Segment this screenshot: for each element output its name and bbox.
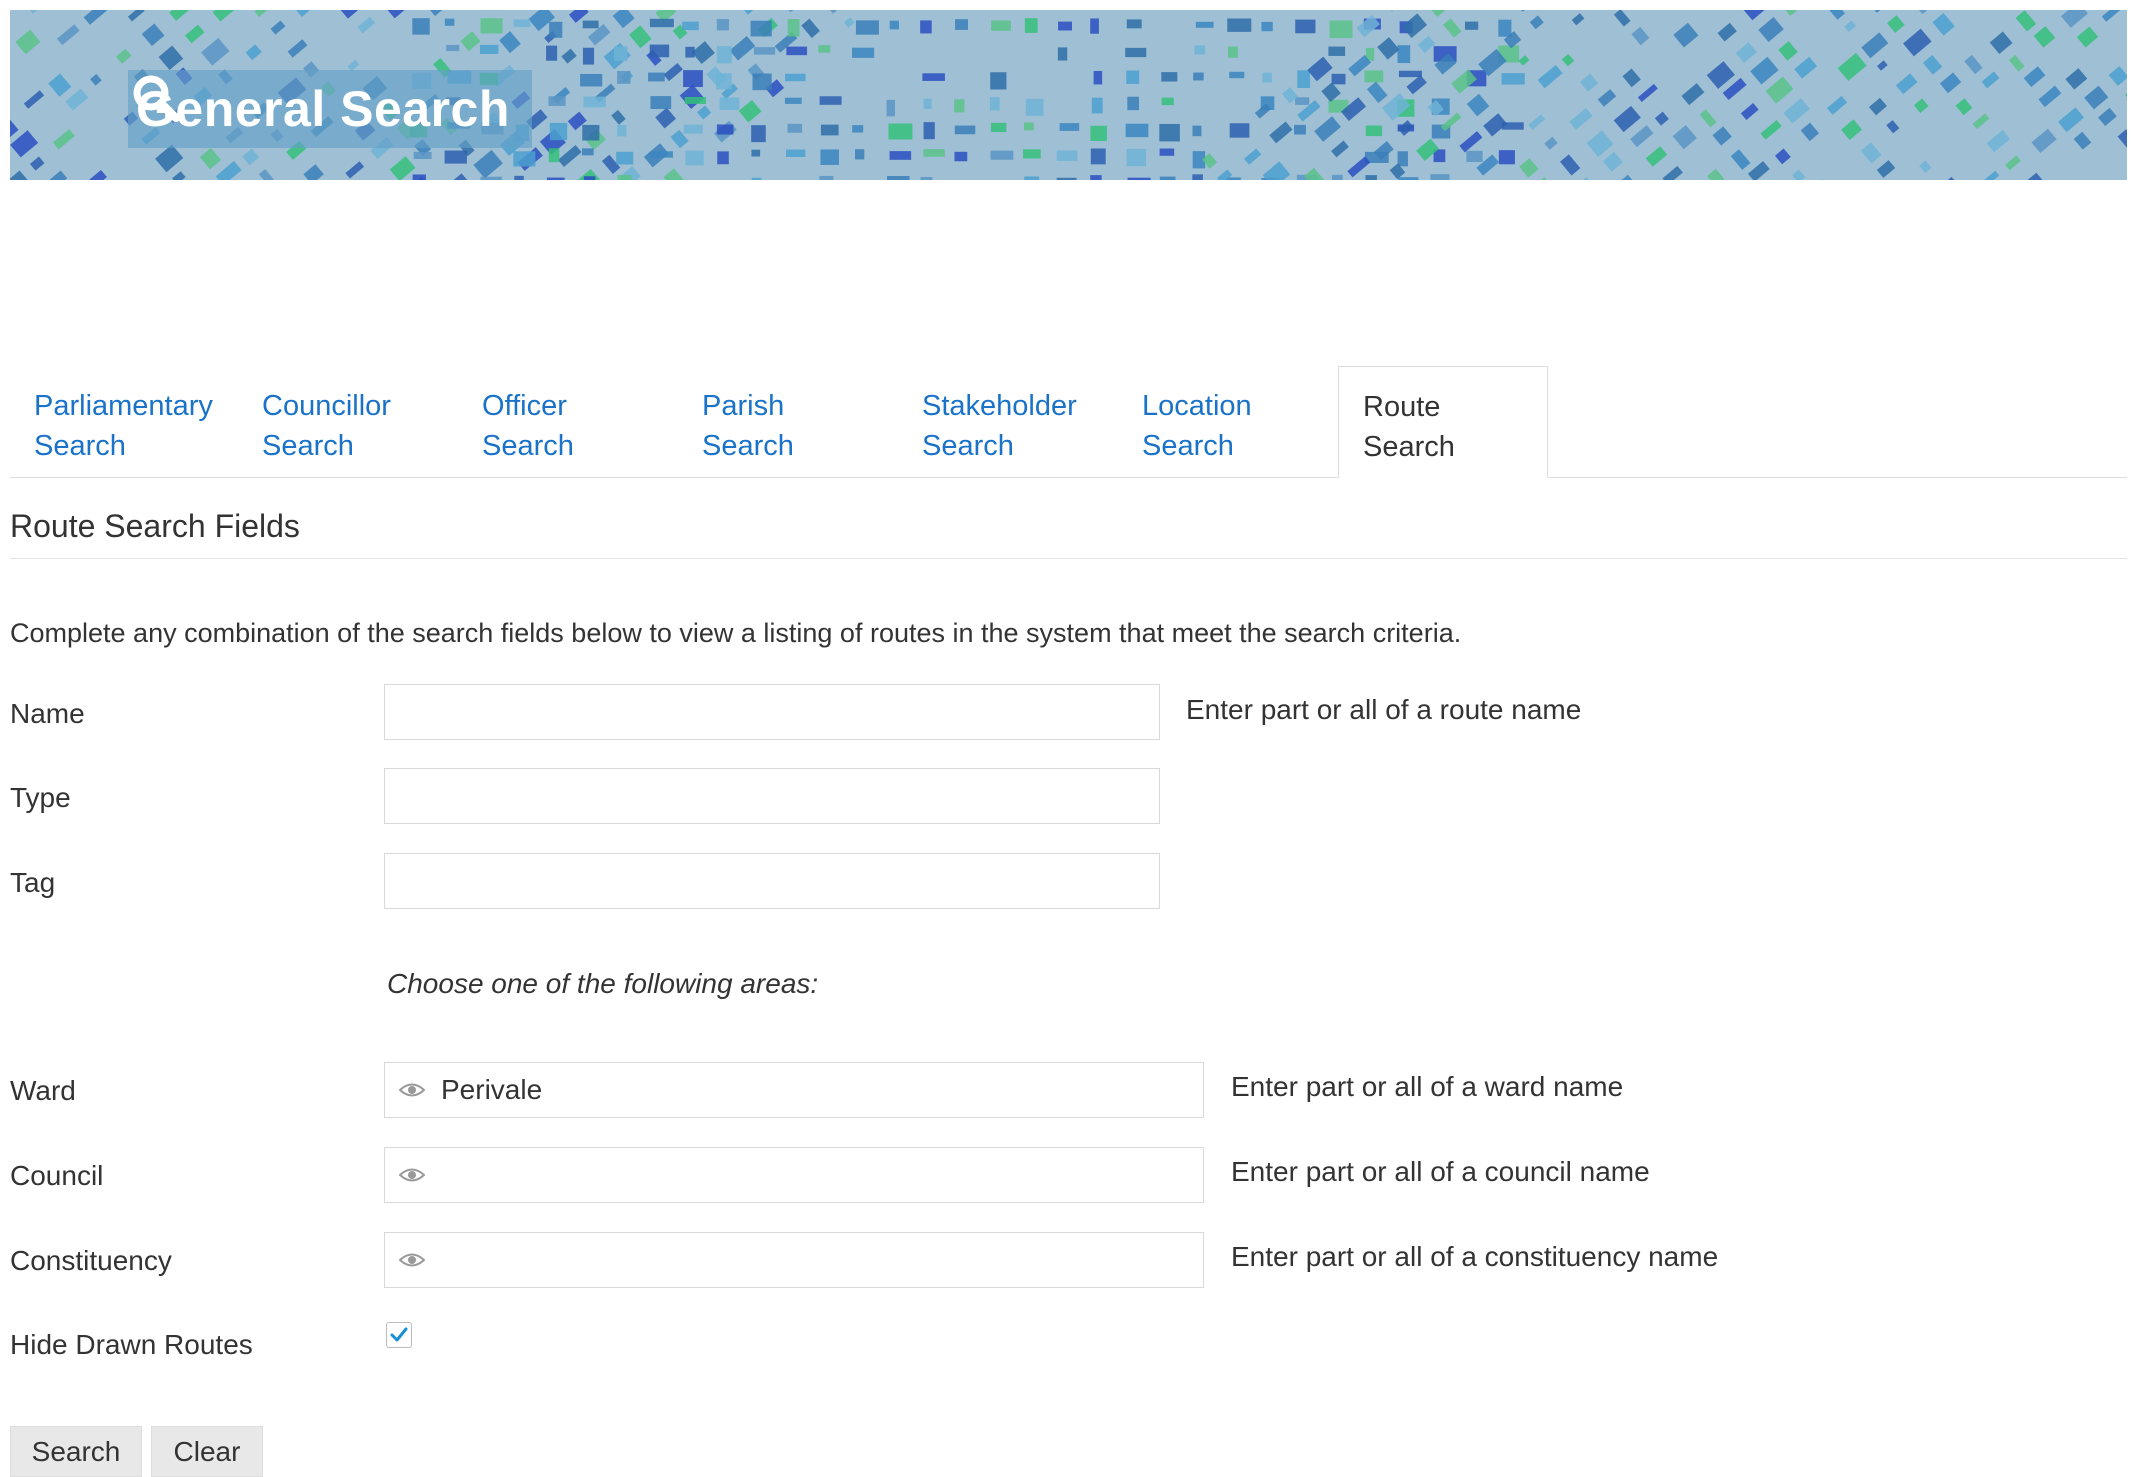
council-input[interactable] <box>441 1148 1181 1202</box>
tag-input[interactable] <box>384 853 1160 909</box>
checkmark-icon <box>390 1327 408 1342</box>
constituency-field <box>384 1232 1204 1288</box>
type-label: Type <box>10 782 71 813</box>
section-title: Route Search Fields <box>10 508 300 544</box>
type-input[interactable] <box>384 768 1160 824</box>
tab-label-line1: Location <box>1142 390 1252 422</box>
header-banner: General Search <box>10 10 2127 180</box>
constituency-label: Constituency <box>10 1245 172 1276</box>
section-divider <box>10 558 2127 559</box>
ward-field <box>384 1062 1204 1118</box>
tab-label-line2: Search <box>702 430 794 462</box>
council-hint: Enter part or all of a council name <box>1231 1156 1650 1187</box>
tab-location-search[interactable]: Location Search <box>1118 366 1336 477</box>
tab-label-line1: Parliamentary <box>34 390 213 422</box>
tab-label-line2: Search <box>922 430 1014 462</box>
tab-label-line2: Search <box>262 430 354 462</box>
hide-drawn-routes-checkbox[interactable] <box>386 1322 412 1348</box>
constituency-input[interactable] <box>441 1233 1181 1287</box>
clear-button[interactable]: Clear <box>151 1426 263 1477</box>
tag-label: Tag <box>10 867 56 898</box>
tab-label-line2: Search <box>34 430 126 462</box>
name-hint: Enter part or all of a route name <box>1186 694 1582 725</box>
tab-label-line1: Stakeholder <box>922 390 1077 422</box>
eye-icon[interactable] <box>399 1079 425 1101</box>
name-input[interactable] <box>384 684 1160 740</box>
search-tabs: Parliamentary Search Councillor Search O… <box>10 366 2127 478</box>
tab-label-line1: Route <box>1363 391 1441 423</box>
tab-label-line1: Parish <box>702 390 785 422</box>
tab-label-line2: Search <box>482 430 574 462</box>
banner-title-box: General Search <box>128 70 532 148</box>
ward-hint: Enter part or all of a ward name <box>1231 1071 1624 1102</box>
ward-input[interactable] <box>441 1063 1181 1117</box>
tab-councillor-search[interactable]: Councillor Search <box>238 366 456 477</box>
constituency-hint: Enter part or all of a constituency name <box>1231 1241 1719 1272</box>
council-label: Council <box>10 1160 104 1191</box>
choose-area-text: Choose one of the following areas: <box>387 968 819 999</box>
council-field <box>384 1147 1204 1203</box>
tab-label-line2: Search <box>1142 430 1234 462</box>
eye-icon[interactable] <box>399 1249 425 1271</box>
search-icon <box>133 75 180 122</box>
tab-label-line1: Councillor <box>262 390 391 422</box>
tab-route-search[interactable]: Route Search <box>1338 366 1548 478</box>
search-button[interactable]: Search <box>10 1426 142 1477</box>
ward-label: Ward <box>10 1075 76 1106</box>
tab-parish-search[interactable]: Parish Search <box>678 366 896 477</box>
eye-icon[interactable] <box>399 1164 425 1186</box>
tab-label-line1: Officer <box>482 390 567 422</box>
tab-officer-search[interactable]: Officer Search <box>458 366 676 477</box>
tab-parliamentary-search[interactable]: Parliamentary Search <box>10 366 238 477</box>
page-title: General Search <box>136 81 510 137</box>
tab-label-line2: Search <box>1363 431 1455 463</box>
intro-text: Complete any combination of the search f… <box>10 618 1462 648</box>
hide-drawn-routes-label: Hide Drawn Routes <box>10 1329 253 1360</box>
tab-stakeholder-search[interactable]: Stakeholder Search <box>898 366 1116 477</box>
name-label: Name <box>10 698 85 729</box>
